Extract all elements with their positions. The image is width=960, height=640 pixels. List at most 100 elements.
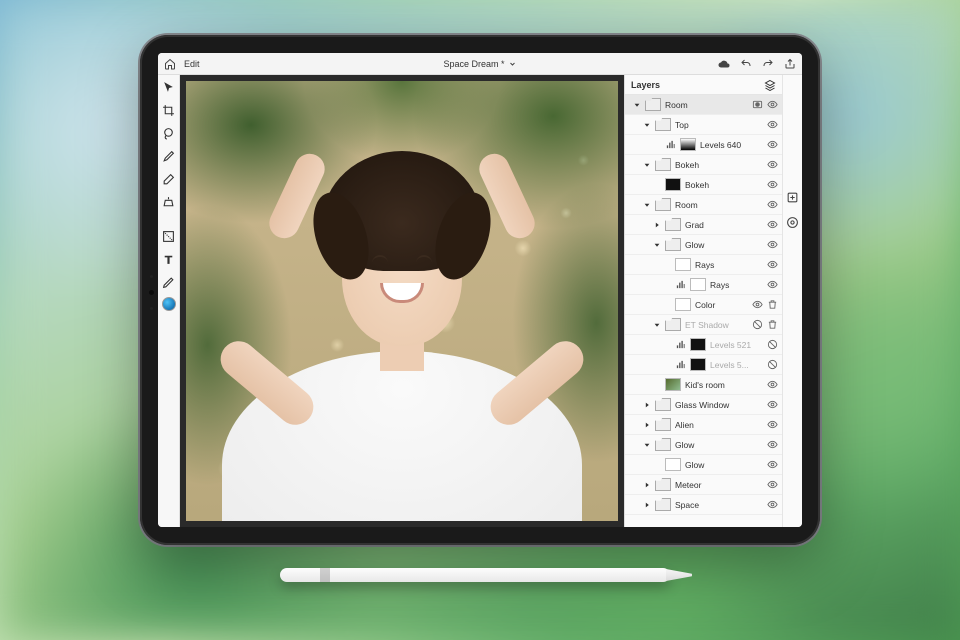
folder-icon <box>655 498 671 511</box>
layer-row[interactable]: Glow <box>625 235 782 255</box>
edit-menu[interactable]: Edit <box>184 59 200 69</box>
layer-row[interactable]: Levels 5... <box>625 355 782 375</box>
document-title[interactable]: Space Dream * <box>443 59 516 69</box>
cloud-icon[interactable] <box>718 58 730 70</box>
layers-list[interactable]: RoomTopLevels 640BokehBokehRoomGradGlowR… <box>625 95 782 527</box>
layer-thumbnail <box>675 258 691 271</box>
layer-row[interactable]: Levels 640 <box>625 135 782 155</box>
visibility-icon[interactable] <box>767 479 778 490</box>
layer-label: Rays <box>695 260 763 270</box>
adjustment-icon <box>665 139 676 150</box>
layer-row[interactable]: Room <box>625 195 782 215</box>
layer-row[interactable]: Kid's room <box>625 375 782 395</box>
brush-tool[interactable] <box>161 148 177 164</box>
undo-icon[interactable] <box>740 58 752 70</box>
layer-label: Top <box>675 120 763 130</box>
chevron-right-icon <box>663 341 671 349</box>
layer-row[interactable]: Color <box>625 295 782 315</box>
layer-row[interactable]: Rays <box>625 275 782 295</box>
crop-tool[interactable] <box>161 102 177 118</box>
visibility-icon[interactable] <box>767 139 778 150</box>
visibility-icon[interactable] <box>767 179 778 190</box>
layer-row[interactable]: Levels 521 <box>625 335 782 355</box>
eraser-tool[interactable] <box>161 171 177 187</box>
type-tool[interactable] <box>161 251 177 267</box>
visibility-icon[interactable] <box>767 99 778 110</box>
visibility-icon[interactable] <box>767 379 778 390</box>
visibility-icon[interactable] <box>752 299 763 310</box>
visibility-icon[interactable] <box>767 239 778 250</box>
clone-stamp-tool[interactable] <box>161 194 177 210</box>
chevron-right-icon[interactable] <box>643 421 651 429</box>
layer-row[interactable]: Bokeh <box>625 175 782 195</box>
pen-tool[interactable] <box>161 274 177 290</box>
visibility-icon[interactable] <box>767 499 778 510</box>
layer-thumbnail <box>675 298 691 311</box>
visibility-icon[interactable] <box>767 439 778 450</box>
trash-icon[interactable] <box>767 319 778 330</box>
redo-icon[interactable] <box>762 58 774 70</box>
trash-icon[interactable] <box>767 299 778 310</box>
add-layer-icon[interactable] <box>786 191 799 204</box>
layer-row[interactable]: Bokeh <box>625 155 782 175</box>
chevron-right-icon[interactable] <box>643 401 651 409</box>
layer-row[interactable]: Space <box>625 495 782 515</box>
layer-row[interactable]: Grad <box>625 215 782 235</box>
visibility-icon[interactable] <box>767 399 778 410</box>
chevron-right-icon[interactable] <box>643 501 651 509</box>
home-icon[interactable] <box>164 58 176 70</box>
chevron-down-icon <box>509 60 517 68</box>
chevron-down-icon[interactable] <box>643 161 651 169</box>
chevron-right-icon[interactable] <box>653 221 661 229</box>
hidden-icon[interactable] <box>752 319 763 330</box>
share-icon[interactable] <box>784 58 796 70</box>
layer-label: Meteor <box>675 480 763 490</box>
layer-row[interactable]: Alien <box>625 415 782 435</box>
move-tool[interactable] <box>161 79 177 95</box>
visibility-icon[interactable] <box>767 219 778 230</box>
layer-label: Levels 5... <box>710 360 763 370</box>
visibility-icon[interactable] <box>767 419 778 430</box>
hidden-icon[interactable] <box>767 339 778 350</box>
layer-label: Glow <box>685 240 763 250</box>
layer-label: Bokeh <box>685 180 763 190</box>
visibility-icon[interactable] <box>767 459 778 470</box>
layer-row[interactable]: Top <box>625 115 782 135</box>
foreground-color-swatch[interactable] <box>162 297 176 311</box>
adjustment-icon <box>675 339 686 350</box>
chevron-down-icon[interactable] <box>643 441 651 449</box>
layer-row[interactable]: Rays <box>625 255 782 275</box>
chevron-down-icon[interactable] <box>653 241 661 249</box>
layer-row[interactable]: Room <box>625 95 782 115</box>
visibility-icon[interactable] <box>767 279 778 290</box>
chevron-right-icon <box>663 281 671 289</box>
layer-row[interactable]: Glass Window <box>625 395 782 415</box>
chevron-down-icon[interactable] <box>643 201 651 209</box>
gradient-tool[interactable] <box>161 228 177 244</box>
chevron-down-icon[interactable] <box>653 321 661 329</box>
layers-stack-icon[interactable] <box>764 79 776 91</box>
visibility-icon[interactable] <box>767 199 778 210</box>
layer-label: Levels 640 <box>700 140 763 150</box>
chevron-right-icon[interactable] <box>643 481 651 489</box>
layer-row[interactable]: ET Shadow <box>625 315 782 335</box>
layer-label: Space <box>675 500 763 510</box>
layer-label: Glow <box>685 460 763 470</box>
hidden-icon[interactable] <box>767 359 778 370</box>
visibility-icon[interactable] <box>767 259 778 270</box>
folder-icon <box>655 198 671 211</box>
canvas[interactable] <box>186 81 618 521</box>
chevron-down-icon[interactable] <box>643 121 651 129</box>
visibility-icon[interactable] <box>767 119 778 130</box>
layer-row[interactable]: Meteor <box>625 475 782 495</box>
layer-row[interactable]: Glow <box>625 455 782 475</box>
layer-row[interactable]: Glow <box>625 435 782 455</box>
chevron-down-icon[interactable] <box>633 101 641 109</box>
lasso-tool[interactable] <box>161 125 177 141</box>
tablet-frame: Edit Space Dream * <box>140 35 820 545</box>
layer-mask-icon[interactable] <box>752 99 763 110</box>
layer-label: Kid's room <box>685 380 763 390</box>
canvas-content <box>232 141 572 521</box>
properties-icon[interactable] <box>786 216 799 229</box>
visibility-icon[interactable] <box>767 159 778 170</box>
